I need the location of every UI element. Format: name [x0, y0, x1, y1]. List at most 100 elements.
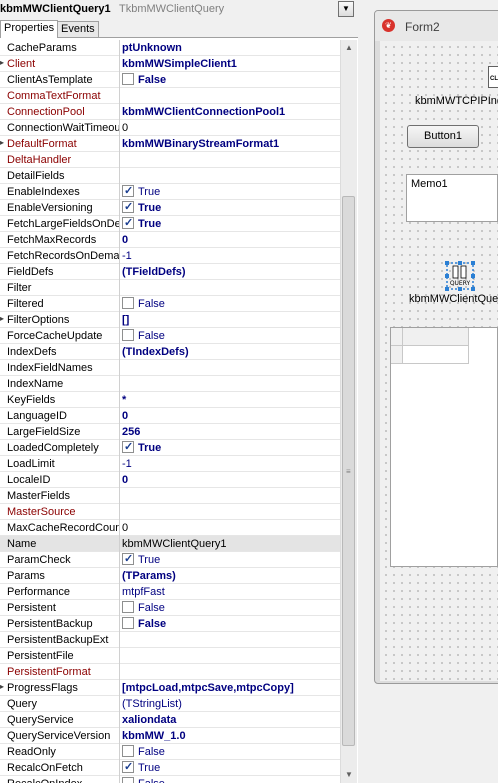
- column-divider[interactable]: [119, 744, 120, 760]
- property-row[interactable]: IndexFieldNames: [0, 360, 340, 376]
- column-divider[interactable]: [119, 472, 120, 488]
- property-checkbox[interactable]: [122, 329, 134, 341]
- column-divider[interactable]: [119, 760, 120, 776]
- property-row[interactable]: IndexDefs (TIndexDefs): [0, 344, 340, 360]
- property-value[interactable]: []: [122, 313, 338, 327]
- property-row[interactable]: ReadOnly False: [0, 744, 340, 760]
- property-row[interactable]: ▸ FilterOptions []: [0, 312, 340, 328]
- property-row[interactable]: EnableVersioning True: [0, 200, 340, 216]
- column-divider[interactable]: [119, 408, 120, 424]
- expand-icon[interactable]: ▸: [0, 315, 5, 323]
- column-divider[interactable]: [119, 488, 120, 504]
- property-value[interactable]: kbmMWSimpleClient1: [122, 57, 338, 71]
- column-divider[interactable]: [119, 328, 120, 344]
- column-divider[interactable]: [119, 616, 120, 632]
- column-divider[interactable]: [119, 680, 120, 696]
- column-divider[interactable]: [119, 776, 120, 783]
- property-row[interactable]: LargeFieldSize 256: [0, 424, 340, 440]
- property-value[interactable]: (TFieldDefs): [122, 265, 338, 279]
- column-divider[interactable]: [119, 88, 120, 104]
- property-row[interactable]: RecalcOnFetch True: [0, 760, 340, 776]
- scroll-up-icon[interactable]: ▲: [341, 40, 357, 56]
- column-divider[interactable]: [119, 440, 120, 456]
- property-row[interactable]: Performance mtpfFast: [0, 584, 340, 600]
- property-value[interactable]: [122, 489, 338, 503]
- property-checkbox[interactable]: [122, 73, 134, 85]
- column-divider[interactable]: [119, 184, 120, 200]
- property-row[interactable]: Query (TStringList): [0, 696, 340, 712]
- column-divider[interactable]: [119, 584, 120, 600]
- vertical-scrollbar[interactable]: ▲ ≡ ▼: [340, 40, 357, 783]
- column-divider[interactable]: [119, 72, 120, 88]
- property-value[interactable]: ptUnknown: [122, 41, 338, 55]
- scrollbar-thumb[interactable]: ≡: [342, 196, 355, 746]
- memo1-control[interactable]: Memo1: [406, 174, 498, 222]
- property-row[interactable]: LoadedCompletely True: [0, 440, 340, 456]
- property-row[interactable]: Name kbmMWClientQuery1: [0, 536, 340, 552]
- column-divider[interactable]: [119, 152, 120, 168]
- chevron-down-icon[interactable]: ▼: [338, 1, 354, 17]
- property-value[interactable]: kbmMWBinaryStreamFormat1: [122, 137, 338, 151]
- property-checkbox[interactable]: [122, 297, 134, 309]
- column-divider[interactable]: [119, 600, 120, 616]
- property-row[interactable]: DetailFields: [0, 168, 340, 184]
- property-value[interactable]: [122, 649, 338, 663]
- column-divider[interactable]: [119, 200, 120, 216]
- button1-control[interactable]: Button1: [407, 125, 479, 148]
- property-checkbox[interactable]: [122, 200, 134, 213]
- property-value[interactable]: xaliondata: [122, 713, 338, 727]
- tcpip-client-icon[interactable]: [488, 66, 498, 88]
- column-divider[interactable]: [119, 376, 120, 392]
- column-divider[interactable]: [119, 424, 120, 440]
- property-value[interactable]: [122, 89, 338, 103]
- property-row[interactable]: RecalcOnIndex False: [0, 776, 340, 783]
- column-divider[interactable]: [119, 456, 120, 472]
- property-row[interactable]: CacheParams ptUnknown: [0, 40, 340, 56]
- property-value[interactable]: [mtpcLoad,mtpcSave,mtpcCopy]: [122, 681, 338, 695]
- expand-icon[interactable]: ▸: [0, 59, 5, 67]
- property-row[interactable]: ParamCheck True: [0, 552, 340, 568]
- property-row[interactable]: CommaTextFormat: [0, 88, 340, 104]
- column-divider[interactable]: [119, 664, 120, 680]
- property-value[interactable]: 0: [122, 121, 338, 135]
- property-row[interactable]: LanguageID 0: [0, 408, 340, 424]
- property-row[interactable]: LocaleID 0: [0, 472, 340, 488]
- property-value[interactable]: [122, 169, 338, 183]
- property-row[interactable]: PersistentFile: [0, 648, 340, 664]
- column-divider[interactable]: [119, 248, 120, 264]
- column-divider[interactable]: [119, 136, 120, 152]
- db-grid-control[interactable]: [390, 327, 498, 567]
- column-divider[interactable]: [119, 280, 120, 296]
- property-checkbox[interactable]: [122, 601, 134, 613]
- column-divider[interactable]: [119, 712, 120, 728]
- property-value[interactable]: [122, 153, 338, 167]
- property-value[interactable]: [122, 361, 338, 375]
- property-row[interactable]: FetchMaxRecords 0: [0, 232, 340, 248]
- property-row[interactable]: Params (TParams): [0, 568, 340, 584]
- property-row[interactable]: PersistentBackup False: [0, 616, 340, 632]
- property-value[interactable]: 256: [122, 425, 338, 439]
- property-row[interactable]: Persistent False: [0, 600, 340, 616]
- property-row[interactable]: MasterSource: [0, 504, 340, 520]
- column-divider[interactable]: [119, 520, 120, 536]
- column-divider[interactable]: [119, 504, 120, 520]
- property-row[interactable]: EnableIndexes True: [0, 184, 340, 200]
- property-row[interactable]: ForceCacheUpdate False: [0, 328, 340, 344]
- property-value[interactable]: 0: [122, 473, 338, 487]
- component-selector[interactable]: kbmMWClientQuery1 TkbmMWClientQuery ▼: [0, 0, 358, 21]
- property-value[interactable]: kbmMW_1.0: [122, 729, 338, 743]
- property-value[interactable]: [122, 281, 338, 295]
- grid-column-header[interactable]: [403, 328, 469, 346]
- property-row[interactable]: ConnectionWaitTimeout 0: [0, 120, 340, 136]
- column-divider[interactable]: [119, 552, 120, 568]
- property-value[interactable]: [122, 505, 338, 519]
- property-value[interactable]: -1: [122, 249, 338, 263]
- property-row[interactable]: QueryServiceVersion kbmMW_1.0: [0, 728, 340, 744]
- form-title-bar[interactable]: ❦ Form2: [375, 11, 498, 41]
- property-value[interactable]: kbmMWClientConnectionPool1: [122, 105, 338, 119]
- property-value[interactable]: (TStringList): [122, 697, 338, 711]
- column-divider[interactable]: [119, 296, 120, 312]
- property-value[interactable]: *: [122, 393, 338, 407]
- column-divider[interactable]: [119, 648, 120, 664]
- property-checkbox[interactable]: [122, 552, 134, 565]
